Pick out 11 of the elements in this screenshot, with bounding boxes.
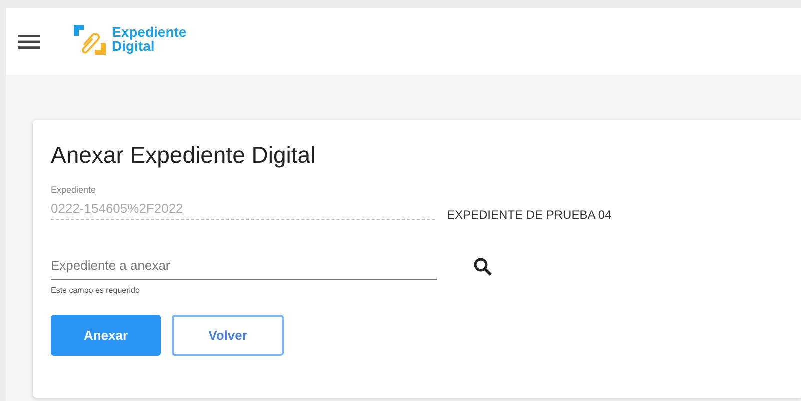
logo-text: Expediente	[112, 24, 187, 38]
field-hint: Este campo es requerido	[51, 286, 140, 295]
volver-button[interactable]: Volver	[172, 315, 284, 356]
anexar-button[interactable]: Anexar	[51, 315, 161, 356]
page-title: Anexar Expediente Digital	[51, 142, 316, 169]
menu-icon[interactable]	[18, 34, 40, 48]
search-icon[interactable]	[473, 257, 493, 277]
expediente-field: Expediente 0222-154605%2F2022	[51, 185, 435, 220]
expediente-description: EXPEDIENTE DE PRUEBA 04	[447, 208, 612, 222]
logo-text: Digital	[112, 38, 155, 52]
paperclip-logo-icon	[72, 22, 108, 56]
